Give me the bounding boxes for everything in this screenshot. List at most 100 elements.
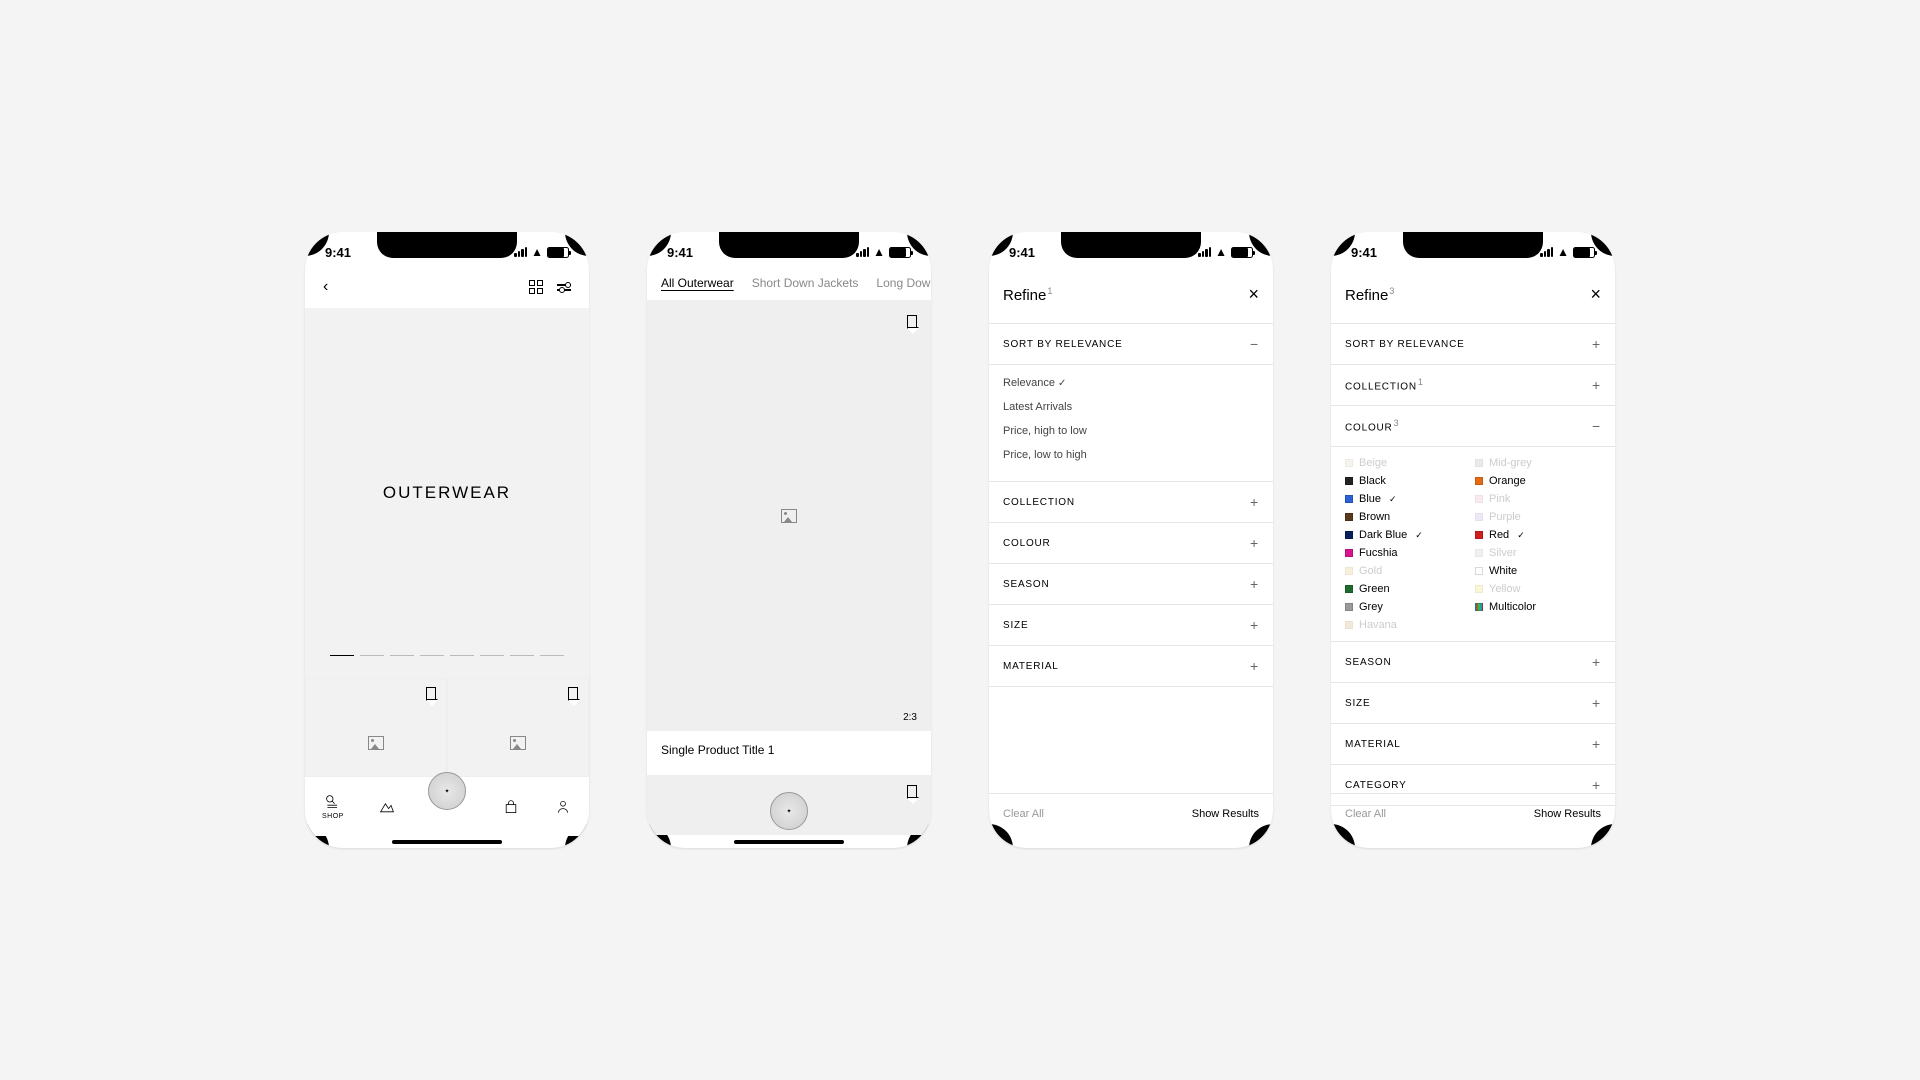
- close-icon[interactable]: ×: [1590, 284, 1601, 305]
- section-collection[interactable]: COLLECTION1+: [1331, 365, 1615, 406]
- collapse-icon: −: [1250, 336, 1259, 352]
- hero-banner[interactable]: OUTERWEAR 2:3: [305, 308, 589, 678]
- show-results-button[interactable]: Show Results: [1192, 808, 1259, 820]
- colour-label: Brown: [1359, 511, 1390, 523]
- swatch-icon: [1345, 621, 1353, 629]
- section-colour[interactable]: COLOUR3−: [1331, 406, 1615, 447]
- section-season[interactable]: SEASON+: [1331, 642, 1615, 683]
- section-size[interactable]: SIZE+: [989, 605, 1273, 646]
- status-time: 9:41: [325, 245, 351, 260]
- product-hero[interactable]: [647, 301, 931, 731]
- image-placeholder-icon: [368, 736, 384, 750]
- refine-title: Refine1: [1003, 286, 1052, 304]
- brand-badge-icon[interactable]: ✦: [770, 792, 808, 830]
- image-placeholder-icon: [781, 509, 797, 523]
- tab-short-down[interactable]: Short Down Jackets: [752, 276, 859, 290]
- colour-option[interactable]: Pink: [1475, 493, 1601, 505]
- colour-label: Mid-grey: [1489, 457, 1532, 469]
- tab-shop[interactable]: SHOP: [322, 794, 344, 820]
- expand-icon: +: [1592, 377, 1601, 393]
- swatch-icon: [1345, 603, 1353, 611]
- colour-option[interactable]: White: [1475, 565, 1601, 577]
- collapse-icon: −: [1592, 418, 1601, 434]
- colour-option[interactable]: Grey: [1345, 601, 1471, 613]
- section-material[interactable]: MATERIAL+: [989, 646, 1273, 687]
- category-tabs[interactable]: All Outerwear Short Down Jackets Long Do…: [647, 266, 931, 301]
- refine-title: Refine3: [1345, 286, 1394, 304]
- swatch-icon: [1475, 603, 1483, 611]
- colour-label: Havana: [1359, 619, 1397, 631]
- swatch-icon: [1475, 477, 1483, 485]
- colour-option[interactable]: Red ✓: [1475, 529, 1601, 541]
- tab-explore[interactable]: [378, 799, 396, 815]
- colour-option[interactable]: Gold: [1345, 565, 1471, 577]
- colour-label: White: [1489, 565, 1517, 577]
- colour-label: Orange: [1489, 475, 1526, 487]
- section-collection[interactable]: COLLECTION+: [989, 482, 1273, 523]
- aspect-ratio-label: 2:3: [903, 712, 917, 723]
- section-sort[interactable]: SORT BY RELEVANCE+: [1331, 324, 1615, 365]
- section-colour[interactable]: COLOUR+: [989, 523, 1273, 564]
- swatch-icon: [1345, 531, 1353, 539]
- tab-bag[interactable]: [502, 799, 520, 815]
- swatch-icon: [1345, 513, 1353, 521]
- close-icon[interactable]: ×: [1248, 284, 1259, 305]
- colour-option[interactable]: Dark Blue ✓: [1345, 529, 1471, 541]
- swatch-icon: [1475, 549, 1483, 557]
- show-results-button[interactable]: Show Results: [1534, 808, 1601, 820]
- clear-all-button[interactable]: Clear All: [1003, 808, 1044, 820]
- colour-option[interactable]: Blue ✓: [1345, 493, 1471, 505]
- screen-refine-sort: 9:41 ▲ Refine1 × SORT BY RELEVANCE− Rele…: [989, 232, 1273, 848]
- expand-icon: +: [1250, 576, 1259, 592]
- back-icon[interactable]: ‹: [323, 278, 328, 296]
- expand-icon: +: [1592, 736, 1601, 752]
- expand-icon: +: [1592, 336, 1601, 352]
- tab-all-outerwear[interactable]: All Outerwear: [661, 276, 734, 290]
- filter-icon[interactable]: [557, 284, 571, 291]
- colour-option[interactable]: Green: [1345, 583, 1471, 595]
- colour-option[interactable]: Havana: [1345, 619, 1471, 631]
- colour-option[interactable]: Yellow: [1475, 583, 1601, 595]
- signal-icon: [1540, 247, 1553, 257]
- colour-option[interactable]: Orange: [1475, 475, 1601, 487]
- screen-refine-colour: 9:41 ▲ Refine3 × SORT BY RELEVANCE+ COLL…: [1331, 232, 1615, 848]
- colour-option[interactable]: Beige: [1345, 457, 1471, 469]
- colour-label: Grey: [1359, 601, 1383, 613]
- colour-option[interactable]: Multicolor: [1475, 601, 1601, 613]
- section-season[interactable]: SEASON+: [989, 564, 1273, 605]
- hero-title: OUTERWEAR: [383, 483, 511, 503]
- colour-label: Gold: [1359, 565, 1382, 577]
- check-icon: ✓: [1415, 530, 1423, 541]
- colour-option[interactable]: Brown: [1345, 511, 1471, 523]
- colour-option[interactable]: Silver: [1475, 547, 1601, 559]
- bookmark-icon[interactable]: [568, 687, 578, 701]
- tab-account[interactable]: [554, 799, 572, 815]
- colour-option[interactable]: Fucshia: [1345, 547, 1471, 559]
- grid-view-icon[interactable]: [529, 280, 543, 294]
- sort-option-price-low[interactable]: Price, low to high: [1003, 443, 1259, 467]
- section-material[interactable]: MATERIAL+: [1331, 724, 1615, 765]
- bookmark-icon[interactable]: [907, 315, 917, 329]
- section-size[interactable]: SIZE+: [1331, 683, 1615, 724]
- home-indicator[interactable]: [392, 840, 502, 844]
- tab-long-down[interactable]: Long Down Jackets: [876, 276, 931, 290]
- swatch-icon: [1345, 567, 1353, 575]
- colour-option[interactable]: Black: [1345, 475, 1471, 487]
- sort-option-latest[interactable]: Latest Arrivals: [1003, 395, 1259, 419]
- home-indicator[interactable]: [734, 840, 844, 844]
- sort-option-price-high[interactable]: Price, high to low: [1003, 419, 1259, 443]
- sort-option-relevance[interactable]: Relevance✓: [1003, 371, 1259, 395]
- colour-option[interactable]: Purple: [1475, 511, 1601, 523]
- bookmark-icon[interactable]: [907, 785, 917, 799]
- brand-badge-icon[interactable]: ✦: [428, 772, 466, 810]
- colour-label: Multicolor: [1489, 601, 1536, 613]
- check-icon: ✓: [1517, 530, 1525, 541]
- clear-all-button[interactable]: Clear All: [1345, 808, 1386, 820]
- status-time: 9:41: [1351, 245, 1377, 260]
- check-icon: ✓: [1058, 378, 1066, 389]
- colour-label: Blue: [1359, 493, 1381, 505]
- colour-label: Pink: [1489, 493, 1510, 505]
- bookmark-icon[interactable]: [426, 687, 436, 701]
- section-sort[interactable]: SORT BY RELEVANCE−: [989, 324, 1273, 365]
- colour-option[interactable]: Mid-grey: [1475, 457, 1601, 469]
